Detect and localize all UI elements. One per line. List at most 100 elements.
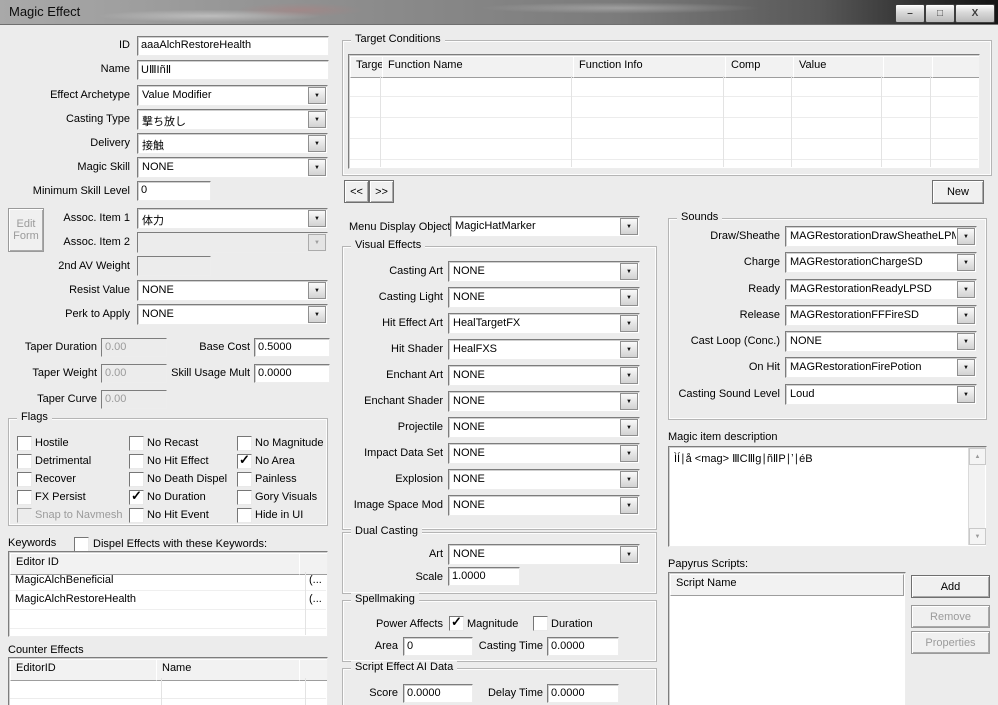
assoc-item-1-select[interactable]: 体力 ▼ xyxy=(137,208,328,229)
checkbox-duration[interactable] xyxy=(533,616,548,631)
chevron-down-icon[interactable]: ▼ xyxy=(620,263,638,280)
chevron-down-icon[interactable]: ▼ xyxy=(620,546,638,563)
papyrus-scripts-list[interactable]: Script Name xyxy=(668,572,906,705)
conditions-header-function-info[interactable]: Function Info xyxy=(573,56,734,78)
on-hit-select[interactable]: MAGRestorationFirePotion ▼ xyxy=(785,357,977,378)
casting-art-select[interactable]: NONE ▼ xyxy=(448,261,640,282)
remove-script-button[interactable]: Remove xyxy=(911,605,990,628)
magic-skill-select[interactable]: NONE ▼ xyxy=(137,157,328,178)
casting-sound-level-select[interactable]: Loud ▼ xyxy=(785,384,977,405)
effect-archetype-select[interactable]: Value Modifier ▼ xyxy=(137,85,328,106)
chevron-down-icon[interactable]: ▼ xyxy=(957,307,975,324)
title-bar[interactable]: Magic Effect – □ X xyxy=(0,0,998,25)
conditions-header-extra2[interactable] xyxy=(932,56,979,78)
chevron-down-icon[interactable]: ▼ xyxy=(957,228,975,245)
keywords-list[interactable]: Editor ID MagicAlchBeneficial (... Magic… xyxy=(8,551,328,637)
cast-loop-select[interactable]: NONE ▼ xyxy=(785,331,977,352)
chevron-down-icon[interactable]: ▼ xyxy=(957,386,975,403)
image-space-mod-select[interactable]: NONE ▼ xyxy=(448,495,640,516)
impact-data-set-select[interactable]: NONE ▼ xyxy=(448,443,640,464)
name-input[interactable]: UⅢIñⅡ xyxy=(137,60,329,80)
chevron-down-icon[interactable]: ▼ xyxy=(308,87,326,104)
chevron-down-icon[interactable]: ▼ xyxy=(620,419,638,436)
minimum-skill-level-input[interactable]: 0 xyxy=(137,181,211,201)
chevron-down-icon[interactable]: ▼ xyxy=(308,210,326,227)
chevron-down-icon[interactable]: ▼ xyxy=(620,218,638,235)
conditions-header-value[interactable]: Value xyxy=(793,56,892,78)
conditions-header-function-name[interactable]: Function Name xyxy=(382,56,582,78)
chevron-down-icon[interactable]: ▼ xyxy=(620,341,638,358)
chevron-down-icon[interactable]: ▼ xyxy=(957,333,975,350)
add-script-button[interactable]: Add xyxy=(911,575,990,598)
resist-value-label: Resist Value xyxy=(69,284,130,296)
draw-sheathe-select[interactable]: MAGRestorationDrawSheatheLPMSD▼ xyxy=(785,226,977,247)
checkbox-hide-in-ui[interactable] xyxy=(237,508,252,523)
chevron-down-icon[interactable]: ▼ xyxy=(957,254,975,271)
checkbox-painless[interactable] xyxy=(237,472,252,487)
checkbox-no-area[interactable] xyxy=(237,452,252,469)
hit-shader-select[interactable]: HealFXS ▼ xyxy=(448,339,640,360)
charge-select[interactable]: MAGRestorationChargeSD ▼ xyxy=(785,252,977,273)
properties-script-button[interactable]: Properties xyxy=(911,631,990,654)
conditions-header-comp[interactable]: Comp xyxy=(725,56,802,78)
chevron-down-icon[interactable]: ▼ xyxy=(620,315,638,332)
magic-item-description-textarea[interactable]: ÌÍ∣å <mag> ⅢCⅢg∣ñⅡP∣ʼ∣éB ▲ ▼ xyxy=(668,446,987,547)
chevron-down-icon[interactable]: ▼ xyxy=(620,367,638,384)
checkbox-no-duration[interactable] xyxy=(129,488,144,505)
menu-display-object-select[interactable]: MagicHatMarker ▼ xyxy=(450,216,640,237)
checkbox-no-recast[interactable] xyxy=(129,436,144,451)
checkbox-fx-persist[interactable] xyxy=(17,490,32,505)
checkbox-recover[interactable] xyxy=(17,472,32,487)
chevron-down-icon[interactable]: ▼ xyxy=(620,497,638,514)
close-button[interactable]: X xyxy=(955,4,995,23)
minimize-button[interactable]: – xyxy=(895,4,925,23)
checkbox-dispel-effects[interactable] xyxy=(74,537,89,552)
chevron-down-icon[interactable]: ▼ xyxy=(308,159,326,176)
delay-time-input[interactable]: 0.0000 xyxy=(547,684,619,703)
keyword-row[interactable]: MagicAlchRestoreHealth (... xyxy=(10,591,326,610)
scroll-down-icon[interactable]: ▼ xyxy=(969,528,986,545)
description-text: ÌÍ∣å <mag> ⅢCⅢg∣ñⅡP∣ʼ∣éB xyxy=(674,453,813,465)
ready-select[interactable]: MAGRestorationReadyLPSD ▼ xyxy=(785,279,977,300)
chevron-down-icon[interactable]: ▼ xyxy=(957,359,975,376)
casting-time-input[interactable]: 0.0000 xyxy=(547,637,619,656)
chevron-down-icon[interactable]: ▼ xyxy=(620,393,638,410)
checkbox-detrimental[interactable] xyxy=(17,454,32,469)
checkbox-gory-visuals[interactable] xyxy=(237,490,252,505)
delivery-select[interactable]: 接触 ▼ xyxy=(137,133,328,154)
checkbox-no-hit-event[interactable] xyxy=(129,508,144,523)
papyrus-header-script-name[interactable]: Script Name xyxy=(670,574,904,596)
checkbox-magnitude[interactable] xyxy=(449,614,464,631)
checkbox-no-magnitude[interactable] xyxy=(237,436,252,451)
id-input[interactable]: aaaAlchRestoreHealth xyxy=(137,36,329,56)
release-select[interactable]: MAGRestorationFFFireSD ▼ xyxy=(785,305,977,326)
scroll-up-icon[interactable]: ▲ xyxy=(969,448,986,465)
description-scrollbar[interactable]: ▲ ▼ xyxy=(968,448,986,545)
casting-light-select[interactable]: NONE ▼ xyxy=(448,287,640,308)
enchant-art-select[interactable]: NONE ▼ xyxy=(448,365,640,386)
table-rows xyxy=(10,678,326,705)
chevron-down-icon[interactable]: ▼ xyxy=(957,281,975,298)
enchant-shader-select[interactable]: NONE ▼ xyxy=(448,391,640,412)
dual-scale-input[interactable]: 1.0000 xyxy=(448,567,520,586)
casting-type-select[interactable]: 撃ち放し ▼ xyxy=(137,109,328,130)
target-conditions-table[interactable]: Target Function Name Function Info Comp … xyxy=(348,54,980,169)
keyword-row[interactable]: MagicAlchBeneficial (... xyxy=(10,572,326,591)
chevron-down-icon[interactable]: ▼ xyxy=(620,445,638,462)
chevron-down-icon[interactable]: ▼ xyxy=(308,111,326,128)
conditions-prev-button[interactable]: << xyxy=(344,180,369,203)
hit-effect-art-select[interactable]: HealTargetFX ▼ xyxy=(448,313,640,334)
maximize-button[interactable]: □ xyxy=(925,4,955,23)
explosion-select[interactable]: NONE ▼ xyxy=(448,469,640,490)
conditions-next-button[interactable]: >> xyxy=(369,180,394,203)
new-condition-button[interactable]: New xyxy=(932,180,984,204)
counter-effects-table[interactable]: EditorID Name xyxy=(8,657,328,705)
checkbox-no-death-dispel[interactable] xyxy=(129,472,144,487)
checkbox-hostile[interactable] xyxy=(17,436,32,451)
chevron-down-icon[interactable]: ▼ xyxy=(620,289,638,306)
chevron-down-icon[interactable]: ▼ xyxy=(308,135,326,152)
projectile-select[interactable]: NONE ▼ xyxy=(448,417,640,438)
checkbox-no-hit-effect[interactable] xyxy=(129,454,144,469)
dual-art-select[interactable]: NONE ▼ xyxy=(448,544,640,565)
chevron-down-icon[interactable]: ▼ xyxy=(620,471,638,488)
